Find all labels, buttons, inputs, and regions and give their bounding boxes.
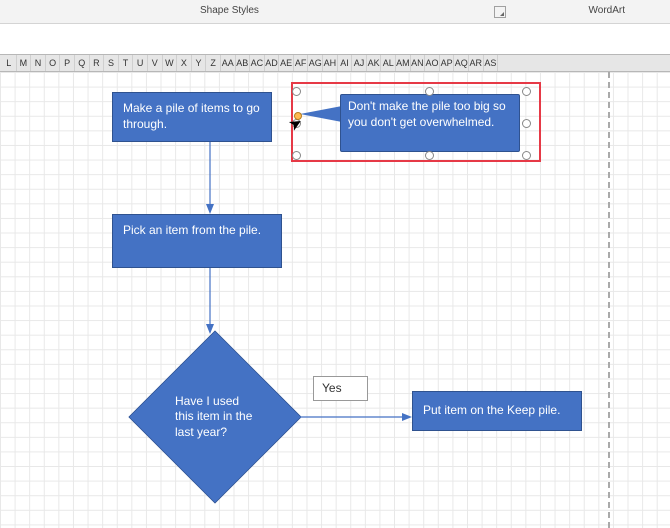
column-header-AD[interactable]: AD (265, 55, 280, 71)
column-header-AN[interactable]: AN (411, 55, 426, 71)
column-header-R[interactable]: R (90, 55, 105, 71)
ribbon-group-wordart: WordArt (589, 5, 626, 16)
selection-handle[interactable] (425, 87, 434, 96)
yes-label[interactable]: Yes (313, 376, 368, 401)
ribbon-bar: Shape Styles WordArt (0, 0, 670, 24)
arrow-decision-to-keep (284, 413, 414, 421)
decision-text: Have I used this item in the last year? (130, 332, 300, 502)
column-header-AC[interactable]: AC (250, 55, 265, 71)
column-header-V[interactable]: V (148, 55, 163, 71)
column-header-X[interactable]: X (177, 55, 192, 71)
column-header-L[interactable]: L (2, 55, 17, 71)
selection-handle[interactable] (292, 87, 301, 96)
selection-handle[interactable] (292, 151, 301, 160)
flowchart-step-keep-pile[interactable]: Put item on the Keep pile. (412, 391, 582, 431)
selection-handle[interactable] (522, 151, 531, 160)
column-header-N[interactable]: N (31, 55, 46, 71)
column-header-AK[interactable]: AK (367, 55, 382, 71)
page-break-line (608, 72, 610, 528)
column-header-AL[interactable]: AL (381, 55, 396, 71)
column-header-P[interactable]: P (60, 55, 75, 71)
flowchart-step-pick-item[interactable]: Pick an item from the pile. (112, 214, 282, 268)
column-header-AP[interactable]: AP (440, 55, 455, 71)
ribbon-group-shape-styles: Shape Styles (200, 5, 259, 16)
column-header-AH[interactable]: AH (323, 55, 338, 71)
column-header-AA[interactable]: AA (221, 55, 236, 71)
flowchart-step-make-pile[interactable]: Make a pile of items to go through. (112, 92, 272, 142)
column-header-AQ[interactable]: AQ (454, 55, 469, 71)
column-header-W[interactable]: W (163, 55, 178, 71)
column-header-O[interactable]: O (46, 55, 61, 71)
column-header-AJ[interactable]: AJ (352, 55, 367, 71)
column-header-Y[interactable]: Y (192, 55, 207, 71)
selection-handle[interactable] (292, 119, 301, 128)
column-header-Z[interactable]: Z (206, 55, 221, 71)
column-header-AB[interactable]: AB (236, 55, 251, 71)
column-header-Q[interactable]: Q (75, 55, 90, 71)
arrow-step2-to-decision (208, 268, 216, 338)
column-header-T[interactable]: T (119, 55, 134, 71)
worksheet-canvas[interactable]: Make a pile of items to go through. Pick… (0, 72, 670, 528)
selection-handle[interactable] (522, 119, 531, 128)
column-header-AE[interactable]: AE (279, 55, 294, 71)
column-header-AO[interactable]: AO (425, 55, 440, 71)
dialog-launcher-icon[interactable] (494, 6, 506, 18)
column-headers[interactable]: LMNOPQRSTUVWXYZAAABACADAEAFAGAHAIAJAKALA… (0, 54, 670, 72)
column-header-AS[interactable]: AS (484, 55, 499, 71)
column-header-AR[interactable]: AR (469, 55, 484, 71)
arrow-step1-to-step2 (208, 142, 212, 214)
column-header-AM[interactable]: AM (396, 55, 411, 71)
selection-handle[interactable] (522, 87, 531, 96)
column-header-S[interactable]: S (104, 55, 119, 71)
callout-text: Don't make the pile too big so you don't… (348, 98, 513, 130)
callout-tail (300, 106, 342, 122)
column-header-M[interactable]: M (17, 55, 32, 71)
flowchart-decision[interactable]: Have I used this item in the last year? (130, 332, 300, 502)
column-header-U[interactable]: U (133, 55, 148, 71)
column-header-AF[interactable]: AF (294, 55, 309, 71)
column-header-AG[interactable]: AG (308, 55, 323, 71)
ribbon-gap (0, 24, 670, 54)
column-header-AI[interactable]: AI (338, 55, 353, 71)
adjustment-handle[interactable] (294, 112, 302, 120)
selection-handle[interactable] (425, 151, 434, 160)
